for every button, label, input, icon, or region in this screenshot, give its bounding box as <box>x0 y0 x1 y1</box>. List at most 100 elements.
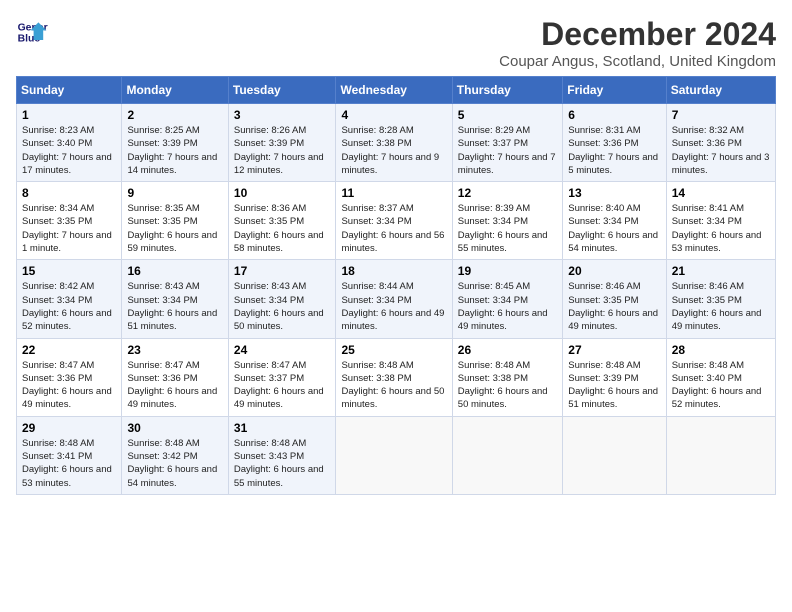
calendar-cell: 1 Sunrise: 8:23 AM Sunset: 3:40 PM Dayli… <box>17 104 122 182</box>
day-number: 26 <box>458 343 557 357</box>
calendar-cell: 2 Sunrise: 8:25 AM Sunset: 3:39 PM Dayli… <box>122 104 228 182</box>
day-info: Sunrise: 8:46 AM Sunset: 3:35 PM Dayligh… <box>672 280 770 333</box>
day-info: Sunrise: 8:48 AM Sunset: 3:39 PM Dayligh… <box>568 359 660 412</box>
week-row-2: 8 Sunrise: 8:34 AM Sunset: 3:35 PM Dayli… <box>17 182 776 260</box>
calendar-cell: 24 Sunrise: 8:47 AM Sunset: 3:37 PM Dayl… <box>228 338 336 416</box>
day-header-saturday: Saturday <box>666 77 775 104</box>
calendar-cell: 3 Sunrise: 8:26 AM Sunset: 3:39 PM Dayli… <box>228 104 336 182</box>
day-info: Sunrise: 8:35 AM Sunset: 3:35 PM Dayligh… <box>127 202 222 255</box>
day-info: Sunrise: 8:41 AM Sunset: 3:34 PM Dayligh… <box>672 202 770 255</box>
day-number: 13 <box>568 186 660 200</box>
day-info: Sunrise: 8:48 AM Sunset: 3:41 PM Dayligh… <box>22 437 116 490</box>
day-number: 5 <box>458 108 557 122</box>
calendar-cell: 15 Sunrise: 8:42 AM Sunset: 3:34 PM Dayl… <box>17 260 122 338</box>
day-number: 30 <box>127 421 222 435</box>
calendar-cell: 20 Sunrise: 8:46 AM Sunset: 3:35 PM Dayl… <box>563 260 666 338</box>
day-header-thursday: Thursday <box>452 77 562 104</box>
day-number: 3 <box>234 108 331 122</box>
calendar-cell: 17 Sunrise: 8:43 AM Sunset: 3:34 PM Dayl… <box>228 260 336 338</box>
calendar-cell: 6 Sunrise: 8:31 AM Sunset: 3:36 PM Dayli… <box>563 104 666 182</box>
calendar-subtitle: Coupar Angus, Scotland, United Kingdom <box>499 53 776 70</box>
week-row-5: 29 Sunrise: 8:48 AM Sunset: 3:41 PM Dayl… <box>17 416 776 494</box>
day-number: 29 <box>22 421 116 435</box>
day-info: Sunrise: 8:29 AM Sunset: 3:37 PM Dayligh… <box>458 124 557 177</box>
day-number: 15 <box>22 264 116 278</box>
calendar-cell: 11 Sunrise: 8:37 AM Sunset: 3:34 PM Dayl… <box>336 182 452 260</box>
logo: General Blue <box>16 16 48 48</box>
calendar-cell: 5 Sunrise: 8:29 AM Sunset: 3:37 PM Dayli… <box>452 104 562 182</box>
day-number: 14 <box>672 186 770 200</box>
calendar-cell: 9 Sunrise: 8:35 AM Sunset: 3:35 PM Dayli… <box>122 182 228 260</box>
day-number: 1 <box>22 108 116 122</box>
day-info: Sunrise: 8:48 AM Sunset: 3:43 PM Dayligh… <box>234 437 331 490</box>
calendar-cell: 30 Sunrise: 8:48 AM Sunset: 3:42 PM Dayl… <box>122 416 228 494</box>
calendar-table: SundayMondayTuesdayWednesdayThursdayFrid… <box>16 76 776 495</box>
day-info: Sunrise: 8:48 AM Sunset: 3:42 PM Dayligh… <box>127 437 222 490</box>
day-number: 28 <box>672 343 770 357</box>
calendar-cell: 31 Sunrise: 8:48 AM Sunset: 3:43 PM Dayl… <box>228 416 336 494</box>
calendar-cell: 26 Sunrise: 8:48 AM Sunset: 3:38 PM Dayl… <box>452 338 562 416</box>
calendar-cell: 21 Sunrise: 8:46 AM Sunset: 3:35 PM Dayl… <box>666 260 775 338</box>
calendar-cell: 14 Sunrise: 8:41 AM Sunset: 3:34 PM Dayl… <box>666 182 775 260</box>
day-number: 10 <box>234 186 331 200</box>
day-number: 25 <box>341 343 446 357</box>
day-number: 31 <box>234 421 331 435</box>
calendar-cell: 29 Sunrise: 8:48 AM Sunset: 3:41 PM Dayl… <box>17 416 122 494</box>
calendar-cell: 10 Sunrise: 8:36 AM Sunset: 3:35 PM Dayl… <box>228 182 336 260</box>
calendar-cell: 13 Sunrise: 8:40 AM Sunset: 3:34 PM Dayl… <box>563 182 666 260</box>
calendar-cell: 28 Sunrise: 8:48 AM Sunset: 3:40 PM Dayl… <box>666 338 775 416</box>
calendar-cell: 19 Sunrise: 8:45 AM Sunset: 3:34 PM Dayl… <box>452 260 562 338</box>
day-number: 4 <box>341 108 446 122</box>
day-number: 23 <box>127 343 222 357</box>
day-header-wednesday: Wednesday <box>336 77 452 104</box>
day-number: 7 <box>672 108 770 122</box>
calendar-cell <box>666 416 775 494</box>
calendar-cell <box>336 416 452 494</box>
day-number: 17 <box>234 264 331 278</box>
day-number: 19 <box>458 264 557 278</box>
week-row-3: 15 Sunrise: 8:42 AM Sunset: 3:34 PM Dayl… <box>17 260 776 338</box>
day-info: Sunrise: 8:43 AM Sunset: 3:34 PM Dayligh… <box>234 280 331 333</box>
calendar-cell: 23 Sunrise: 8:47 AM Sunset: 3:36 PM Dayl… <box>122 338 228 416</box>
day-number: 18 <box>341 264 446 278</box>
day-info: Sunrise: 8:48 AM Sunset: 3:38 PM Dayligh… <box>458 359 557 412</box>
calendar-title: December 2024 <box>499 16 776 53</box>
day-number: 27 <box>568 343 660 357</box>
day-header-friday: Friday <box>563 77 666 104</box>
day-header-tuesday: Tuesday <box>228 77 336 104</box>
day-header-monday: Monday <box>122 77 228 104</box>
calendar-cell: 12 Sunrise: 8:39 AM Sunset: 3:34 PM Dayl… <box>452 182 562 260</box>
days-header-row: SundayMondayTuesdayWednesdayThursdayFrid… <box>17 77 776 104</box>
day-info: Sunrise: 8:44 AM Sunset: 3:34 PM Dayligh… <box>341 280 446 333</box>
day-info: Sunrise: 8:39 AM Sunset: 3:34 PM Dayligh… <box>458 202 557 255</box>
calendar-cell: 7 Sunrise: 8:32 AM Sunset: 3:36 PM Dayli… <box>666 104 775 182</box>
calendar-cell: 25 Sunrise: 8:48 AM Sunset: 3:38 PM Dayl… <box>336 338 452 416</box>
calendar-cell: 27 Sunrise: 8:48 AM Sunset: 3:39 PM Dayl… <box>563 338 666 416</box>
day-header-sunday: Sunday <box>17 77 122 104</box>
day-info: Sunrise: 8:47 AM Sunset: 3:37 PM Dayligh… <box>234 359 331 412</box>
day-info: Sunrise: 8:25 AM Sunset: 3:39 PM Dayligh… <box>127 124 222 177</box>
day-info: Sunrise: 8:34 AM Sunset: 3:35 PM Dayligh… <box>22 202 116 255</box>
day-info: Sunrise: 8:31 AM Sunset: 3:36 PM Dayligh… <box>568 124 660 177</box>
calendar-cell <box>563 416 666 494</box>
day-info: Sunrise: 8:48 AM Sunset: 3:38 PM Dayligh… <box>341 359 446 412</box>
week-row-4: 22 Sunrise: 8:47 AM Sunset: 3:36 PM Dayl… <box>17 338 776 416</box>
day-info: Sunrise: 8:40 AM Sunset: 3:34 PM Dayligh… <box>568 202 660 255</box>
day-info: Sunrise: 8:23 AM Sunset: 3:40 PM Dayligh… <box>22 124 116 177</box>
calendar-cell: 8 Sunrise: 8:34 AM Sunset: 3:35 PM Dayli… <box>17 182 122 260</box>
day-number: 21 <box>672 264 770 278</box>
day-info: Sunrise: 8:46 AM Sunset: 3:35 PM Dayligh… <box>568 280 660 333</box>
calendar-cell: 4 Sunrise: 8:28 AM Sunset: 3:38 PM Dayli… <box>336 104 452 182</box>
day-info: Sunrise: 8:47 AM Sunset: 3:36 PM Dayligh… <box>127 359 222 412</box>
day-number: 6 <box>568 108 660 122</box>
day-number: 20 <box>568 264 660 278</box>
day-info: Sunrise: 8:28 AM Sunset: 3:38 PM Dayligh… <box>341 124 446 177</box>
title-area: December 2024 Coupar Angus, Scotland, Un… <box>499 16 776 70</box>
calendar-cell: 22 Sunrise: 8:47 AM Sunset: 3:36 PM Dayl… <box>17 338 122 416</box>
calendar-cell: 18 Sunrise: 8:44 AM Sunset: 3:34 PM Dayl… <box>336 260 452 338</box>
day-number: 24 <box>234 343 331 357</box>
day-number: 12 <box>458 186 557 200</box>
day-number: 8 <box>22 186 116 200</box>
day-number: 11 <box>341 186 446 200</box>
day-info: Sunrise: 8:43 AM Sunset: 3:34 PM Dayligh… <box>127 280 222 333</box>
